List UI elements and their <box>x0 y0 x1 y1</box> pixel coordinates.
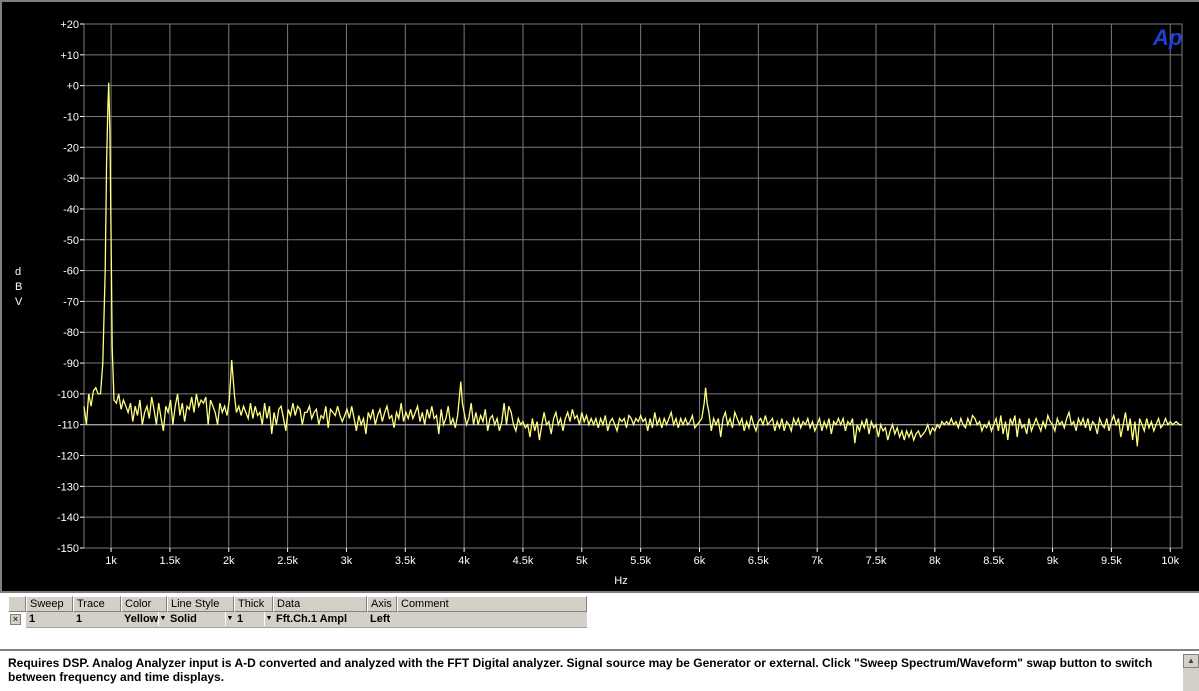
legend-header-axis[interactable]: Axis <box>367 596 397 612</box>
y-tick-label: -10 <box>63 111 79 123</box>
y-tick-label: +0 <box>66 81 79 93</box>
legend-header-color[interactable]: Color <box>121 596 167 612</box>
x-tick-label: 10k <box>1161 555 1179 567</box>
legend-panel: Sweep Trace Color Line Style Thick Data … <box>0 591 1199 649</box>
legend-line-style-value: Solid <box>170 613 197 625</box>
dropdown-arrow-icon[interactable]: ▼ <box>158 612 167 626</box>
x-tick-label: 5k <box>576 555 588 567</box>
legend-header-data[interactable]: Data <box>273 596 367 612</box>
x-tick-labels: 1k 1.5k 2k 2.5k 3k 3.5k 4k 4.5k 5k 5.5k 6k 6.5k 7k 7.… <box>105 555 1179 567</box>
x-tick-label: 4.5k <box>513 555 534 567</box>
x-tick-label: 5.5k <box>630 555 651 567</box>
legend-header-sweep[interactable]: Sweep <box>26 596 73 612</box>
y-tick-label: +20 <box>60 19 79 31</box>
legend-cell-axis[interactable]: Left <box>367 612 397 628</box>
x-tick-label: 6.5k <box>748 555 769 567</box>
legend-cell-trace[interactable]: 1 <box>73 612 121 628</box>
fft-graph: +20 +10 +0 -10 -20 -30 -40 -50 -60 -70 -80 -90 -100 -… <box>15 19 1183 587</box>
x-tick-label: 3k <box>341 555 353 567</box>
y-tick-label: -120 <box>57 451 79 463</box>
y-tick-label: +10 <box>60 50 79 62</box>
x-axis-label: Hz <box>614 575 627 587</box>
comment-scrollbar[interactable]: ▲ <box>1183 654 1199 691</box>
y-tick-label: -30 <box>63 173 79 185</box>
plot-area <box>83 23 1183 549</box>
legend-header-blank <box>8 596 26 612</box>
legend-cell-data[interactable]: Fft.Ch.1 Ampl <box>273 612 367 628</box>
x-tick-label: 4k <box>458 555 470 567</box>
legend-thick-value: 1 <box>237 613 244 625</box>
ap-logo: Ap <box>1152 25 1182 50</box>
legend-cell-sweep[interactable]: 1 <box>26 612 73 628</box>
y-tick-label: -140 <box>57 512 79 524</box>
comment-panel: Requires DSP. Analog Analyzer input is A… <box>0 649 1199 691</box>
dropdown-arrow-icon[interactable]: ▼ <box>264 612 273 626</box>
x-tick-label: 9k <box>1047 555 1059 567</box>
legend-header-thick[interactable]: Thick <box>234 596 273 612</box>
legend-cell-color[interactable]: Yellow ▼ <box>121 612 167 628</box>
x-tick-label: 6k <box>694 555 706 567</box>
y-axis-label: dBV <box>15 266 23 308</box>
x-tick-label: 8k <box>929 555 941 567</box>
y-tick-label: -150 <box>57 543 79 555</box>
y-tick-label: -100 <box>57 389 79 401</box>
x-tick-label: 1.5k <box>160 555 181 567</box>
legend-header-line-style[interactable]: Line Style <box>167 596 234 612</box>
y-tick-label: -20 <box>63 142 79 154</box>
x-tick-label: 7.5k <box>866 555 887 567</box>
y-tick-label: -70 <box>63 296 79 308</box>
y-tick-label: -130 <box>57 481 79 493</box>
legend-header-trace[interactable]: Trace <box>73 596 121 612</box>
legend-color-value: Yellow <box>124 613 159 625</box>
graph-panel: +20 +10 +0 -10 -20 -30 -40 -50 -60 -70 -80 -90 -100 -… <box>0 0 1199 591</box>
legend-cell-thick[interactable]: 1 ▼ <box>234 612 273 628</box>
y-tick-label: -80 <box>63 327 79 339</box>
scroll-up-arrow-icon[interactable]: ▲ <box>1183 654 1199 668</box>
close-x-icon[interactable]: × <box>10 614 21 625</box>
x-tick-label: 8.5k <box>983 555 1004 567</box>
comment-text[interactable]: Requires DSP. Analog Analyzer input is A… <box>8 656 1168 684</box>
x-tick-label: 2.5k <box>277 555 298 567</box>
x-tick-label: 2k <box>223 555 235 567</box>
dropdown-arrow-icon[interactable]: ▼ <box>225 612 234 626</box>
y-tick-label: -110 <box>58 420 79 432</box>
y-tick-label: -60 <box>63 266 79 278</box>
legend-cell-line-style[interactable]: Solid ▼ <box>167 612 234 628</box>
y-tick-label: -40 <box>63 204 79 216</box>
y-tick-labels: +20 +10 +0 -10 -20 -30 -40 -50 -60 -70 -80 -90 -100 -… <box>57 19 79 555</box>
x-tick-label: 9.5k <box>1101 555 1122 567</box>
x-tick-label: 3.5k <box>395 555 416 567</box>
y-tick-label: -50 <box>63 235 79 247</box>
x-tick-label: 1k <box>105 555 117 567</box>
x-tick-label: 7k <box>811 555 823 567</box>
y-tick-label: -90 <box>63 358 79 370</box>
legend-cell-comment[interactable] <box>397 612 587 628</box>
legend-header-comment[interactable]: Comment <box>397 596 587 612</box>
grid-layer <box>80 23 1183 552</box>
